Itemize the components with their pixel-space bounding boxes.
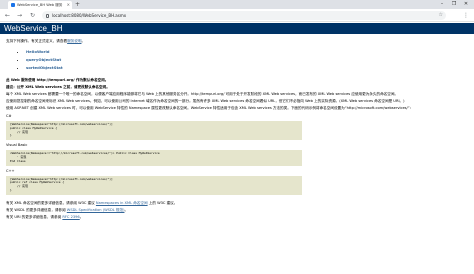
- intro-prefix: 支持下列操作。有关正式定义，请查看: [6, 39, 68, 43]
- minimize-button[interactable]: –: [436, 0, 448, 9]
- address-text[interactable]: localhost:8080/WebService_BH.asmx: [52, 13, 126, 18]
- heading-bar: WebService_BH: [0, 23, 474, 34]
- new-tab-button[interactable]: +: [75, 1, 80, 9]
- code-sample-csharp: [WebService(Namespace="http://microsoft.…: [6, 121, 302, 141]
- browser-toolbar: ← → ↻ localhost:8080/WebService_BH.asmx …: [0, 9, 474, 22]
- favicon-icon: [11, 3, 15, 7]
- uri-ref-suffix: 。: [79, 214, 84, 219]
- xml-ref-suffix: 上的 W3C 建议。: [148, 200, 178, 205]
- xml-ref-prefix: 有关 XML 命名空间的更多详细信息，请参阅 W3C 建议: [6, 200, 95, 205]
- service-description-link[interactable]: 服务说明: [67, 39, 81, 43]
- list-item: queryObjectStat: [26, 56, 468, 64]
- paragraph-namespace-unique: 每个 XML Web services 都需要一个唯一的命名空间，以便客户端应用…: [6, 92, 399, 96]
- bookmark-star-icon[interactable]: ☆: [439, 11, 443, 20]
- list-item: HelloWorld: [26, 48, 468, 56]
- language-label-vb: Visual Basic: [6, 143, 28, 148]
- uri-ref-prefix: 有关 URI 的更多详细信息，请参阅: [6, 214, 62, 219]
- back-button[interactable]: ←: [3, 11, 12, 20]
- maximize-button[interactable]: ❐: [448, 0, 460, 9]
- uri-reference: 有关 URI 的更多详细信息，请参阅 RFC 2396。: [6, 215, 468, 220]
- browser-menu-icon[interactable]: ⋮: [463, 11, 469, 20]
- wsdl-ref-suffix: 。: [124, 207, 129, 212]
- forward-button[interactable]: →: [15, 11, 24, 20]
- close-window-button[interactable]: ✕: [460, 0, 472, 9]
- browser-tab[interactable]: WebService_BH Web 服务 ×: [8, 1, 72, 9]
- namespace-heading: 此 Web 服务使用 http://tempuri.org/ 作为默认命名空间。: [6, 78, 109, 82]
- rfc2396-link[interactable]: RFC 2396: [62, 215, 79, 219]
- operations-list: HelloWorld queryObjectStat sortedObjectS…: [6, 48, 468, 72]
- page-content: 支持下列操作。有关正式定义，请查看服务说明。 HelloWorld queryO…: [6, 39, 468, 222]
- xml-namespace-reference: 有关 XML 命名空间的更多详细信息，请参阅 W3C 建议 Namespaces…: [6, 201, 468, 206]
- wsdl-reference: 有关 WSDL 的更多详细信息，请参阅 WSDL Specification (…: [6, 208, 468, 213]
- code-sample-vb: <WebService(Namespace:="http://microsoft…: [6, 150, 302, 166]
- address-bar[interactable]: localhost:8080/WebService_BH.asmx ☆: [42, 11, 446, 20]
- tab-title: WebService_BH Web 服务: [17, 2, 63, 7]
- refresh-button[interactable]: ↻: [28, 11, 37, 20]
- wsdl-spec-link[interactable]: WSDL Specification (WSDL 规范): [67, 208, 125, 212]
- tab-close-icon[interactable]: ×: [67, 3, 70, 7]
- xml-namespaces-link[interactable]: Namespaces in XML 命名空间: [96, 201, 148, 205]
- intro-text: 支持下列操作。有关正式定义，请查看服务说明。: [6, 39, 468, 44]
- language-label-csharp: C#: [6, 114, 12, 118]
- intro-suffix: 。: [81, 39, 86, 43]
- paragraph-namespace-attribute: 使用 ASP.NET 创建 XML Web services 时，可以使用 We…: [6, 106, 414, 110]
- tab-strip: WebService_BH Web 服务 × + – ❐ ✕: [0, 0, 474, 9]
- code-sample-cpp: [WebService(Namespace="http://microsoft.…: [6, 175, 302, 195]
- list-item: sortedObjectStat: [26, 64, 468, 72]
- operation-link-sortedobjectstat[interactable]: sortedObjectStat: [26, 65, 63, 70]
- page-title: WebService_BH: [4, 24, 63, 33]
- paragraph-namespace-control: 应使用您控制的命名空间来标识 XML Web services。例如，可以使用公…: [6, 99, 405, 103]
- page-viewport: WebService_BH 支持下列操作。有关正式定义，请查看服务说明。 Hel…: [0, 23, 474, 274]
- namespace-recommendation: 建议：公开 XML Web services 之前，请更改默认命名空间。: [6, 85, 110, 89]
- site-info-icon[interactable]: [46, 13, 49, 18]
- operation-link-helloworld[interactable]: HelloWorld: [26, 49, 50, 54]
- operation-link-queryobjectstat[interactable]: queryObjectStat: [26, 57, 61, 62]
- window-controls: – ❐ ✕: [436, 0, 472, 9]
- wsdl-ref-prefix: 有关 WSDL 的更多详细信息，请参阅: [6, 207, 66, 212]
- language-label-cpp: C++: [6, 168, 15, 173]
